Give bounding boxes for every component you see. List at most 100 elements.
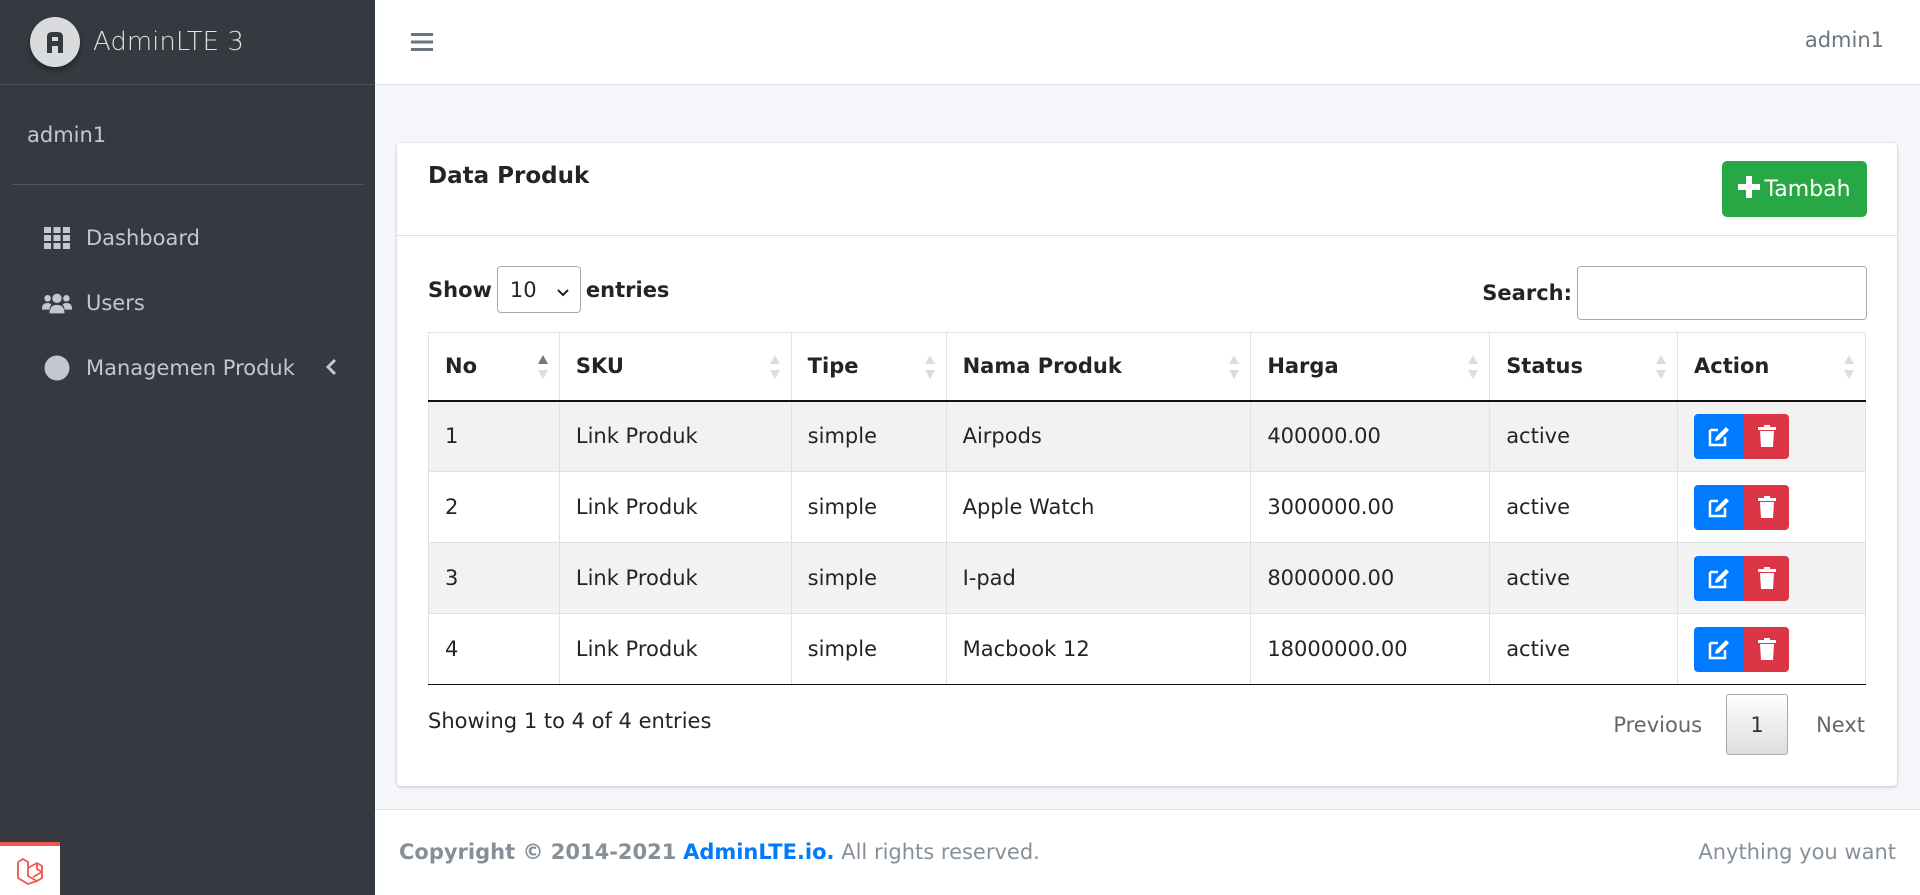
sort-icon <box>1229 355 1240 379</box>
delete-button[interactable] <box>1744 626 1790 672</box>
adminlte-link[interactable]: AdminLTE.io. <box>683 840 834 864</box>
column-label: Action <box>1694 354 1770 379</box>
sidebar-nav: Dashboard Users Managemen Produk <box>0 185 375 400</box>
table-row: 1 Link Produk simple Airpods 400000.00 a… <box>428 400 1866 472</box>
cell-action <box>1677 542 1866 614</box>
navbar-user[interactable]: admin1 <box>1805 28 1884 52</box>
brand-link[interactable]: AdminLTE 3 <box>0 0 375 85</box>
cell-harga: 400000.00 <box>1250 400 1491 472</box>
main-footer: Copyright © 2014-2021 AdminLTE.io. All r… <box>375 809 1920 895</box>
table-info: Showing 1 to 4 of 4 entries <box>428 709 712 733</box>
laravel-debug-icon[interactable] <box>0 842 60 895</box>
sidebar-user-name[interactable]: admin1 <box>27 123 106 147</box>
card-title: Data Produk <box>428 163 590 189</box>
edit-button[interactable] <box>1694 484 1745 530</box>
edit-button[interactable] <box>1694 626 1745 672</box>
cell-action <box>1677 400 1866 472</box>
sidebar-item-users[interactable]: Users <box>0 270 375 335</box>
sort-icon <box>1656 355 1667 379</box>
search-input[interactable] <box>1577 266 1867 320</box>
sidebar-item-label: Users <box>86 290 145 315</box>
column-header-tipe[interactable]: Tipe <box>790 332 947 402</box>
edit-icon <box>1708 498 1730 518</box>
cell-harga: 18000000.00 <box>1250 613 1491 685</box>
entries-select-value: 10 <box>509 277 537 302</box>
cell-tipe: simple <box>790 613 947 685</box>
data-produk-card: Data Produk Tambah Show 10 entries Searc… <box>397 143 1897 786</box>
sort-icon <box>1844 355 1854 379</box>
cell-no: 1 <box>428 400 560 472</box>
chevron-down-icon <box>556 281 570 305</box>
table-header-row: No SKU Tipe Nama Produk Harga Status Act… <box>428 332 1866 402</box>
products-table: No SKU Tipe Nama Produk Harga Status Act… <box>428 332 1866 685</box>
edit-button[interactable] <box>1694 555 1745 601</box>
table-row: 3 Link Produk simple I-pad 8000000.00 ac… <box>428 542 1866 614</box>
table-row: 2 Link Produk simple Apple Watch 3000000… <box>428 471 1866 543</box>
cell-nama: I-pad <box>945 542 1252 614</box>
edit-icon <box>1708 427 1730 447</box>
delete-button[interactable] <box>1744 555 1790 601</box>
trash-icon <box>1757 567 1776 589</box>
menu-toggle-icon[interactable] <box>410 30 434 54</box>
trash-icon <box>1757 425 1776 448</box>
edit-icon <box>1708 640 1730 660</box>
user-panel: admin1 <box>12 85 363 185</box>
previous-button[interactable]: Previous <box>1613 713 1702 737</box>
copyright-text: Copyright © 2014-2021 <box>399 840 677 864</box>
delete-button[interactable] <box>1744 413 1790 459</box>
add-button[interactable]: Tambah <box>1722 161 1867 217</box>
cell-sku: Link Produk <box>558 400 792 472</box>
cell-action <box>1677 471 1866 543</box>
cell-action <box>1677 613 1866 685</box>
cell-nama: Airpods <box>945 400 1252 472</box>
cell-sku: Link Produk <box>558 613 792 685</box>
column-header-harga[interactable]: Harga <box>1250 332 1491 402</box>
next-button[interactable]: Next <box>1816 713 1865 737</box>
sidebar-item-dashboard[interactable]: Dashboard <box>0 205 375 270</box>
brand-logo-icon <box>30 17 80 67</box>
brand-text: AdminLTE 3 <box>93 27 244 57</box>
cell-tipe: simple <box>790 471 947 543</box>
sidebar-item-managemen-produk[interactable]: Managemen Produk <box>0 335 375 400</box>
delete-button[interactable] <box>1744 484 1790 530</box>
cell-no: 2 <box>428 471 560 543</box>
cell-no: 3 <box>428 542 560 614</box>
cell-status: active <box>1489 400 1679 472</box>
column-label: SKU <box>575 354 624 379</box>
cell-status: active <box>1489 542 1679 614</box>
cell-sku: Link Produk <box>558 471 792 543</box>
column-label: No <box>445 354 478 379</box>
column-header-nama-produk[interactable]: Nama Produk <box>945 332 1252 402</box>
column-header-sku[interactable]: SKU <box>558 332 792 402</box>
column-label: Tipe <box>807 354 859 379</box>
column-label: Harga <box>1267 354 1339 379</box>
page-button-1[interactable]: 1 <box>1726 694 1789 755</box>
cell-no: 4 <box>428 613 560 685</box>
sort-icon <box>1468 355 1479 379</box>
cell-nama: Macbook 12 <box>945 613 1252 685</box>
cell-status: active <box>1489 613 1679 685</box>
edit-button[interactable] <box>1694 413 1745 459</box>
chevron-left-icon <box>325 357 337 382</box>
cell-tipe: simple <box>790 542 947 614</box>
table-row: 4 Link Produk simple Macbook 12 18000000… <box>428 613 1866 685</box>
trash-icon <box>1757 638 1776 660</box>
plus-icon <box>1738 174 1761 204</box>
cell-sku: Link Produk <box>558 542 792 614</box>
length-control: Show 10 entries <box>428 266 669 313</box>
cell-harga: 3000000.00 <box>1250 471 1491 543</box>
edit-icon <box>1708 569 1730 589</box>
search-label: Search: <box>1482 281 1572 305</box>
trash-icon <box>1757 496 1776 518</box>
column-header-no[interactable]: No <box>428 332 560 402</box>
column-header-action[interactable]: Action <box>1677 332 1866 402</box>
entries-select[interactable]: 10 <box>496 266 581 313</box>
rights-text: All rights reserved. <box>841 840 1040 864</box>
search-control: Search: <box>1482 266 1867 320</box>
cell-status: active <box>1489 471 1679 543</box>
column-header-status[interactable]: Status <box>1489 332 1679 402</box>
show-label: Show <box>428 277 492 302</box>
main-sidebar: AdminLTE 3 admin1 Dashboard Users Manage… <box>0 0 375 895</box>
circle-icon <box>42 355 72 381</box>
entries-label: entries <box>585 277 670 302</box>
